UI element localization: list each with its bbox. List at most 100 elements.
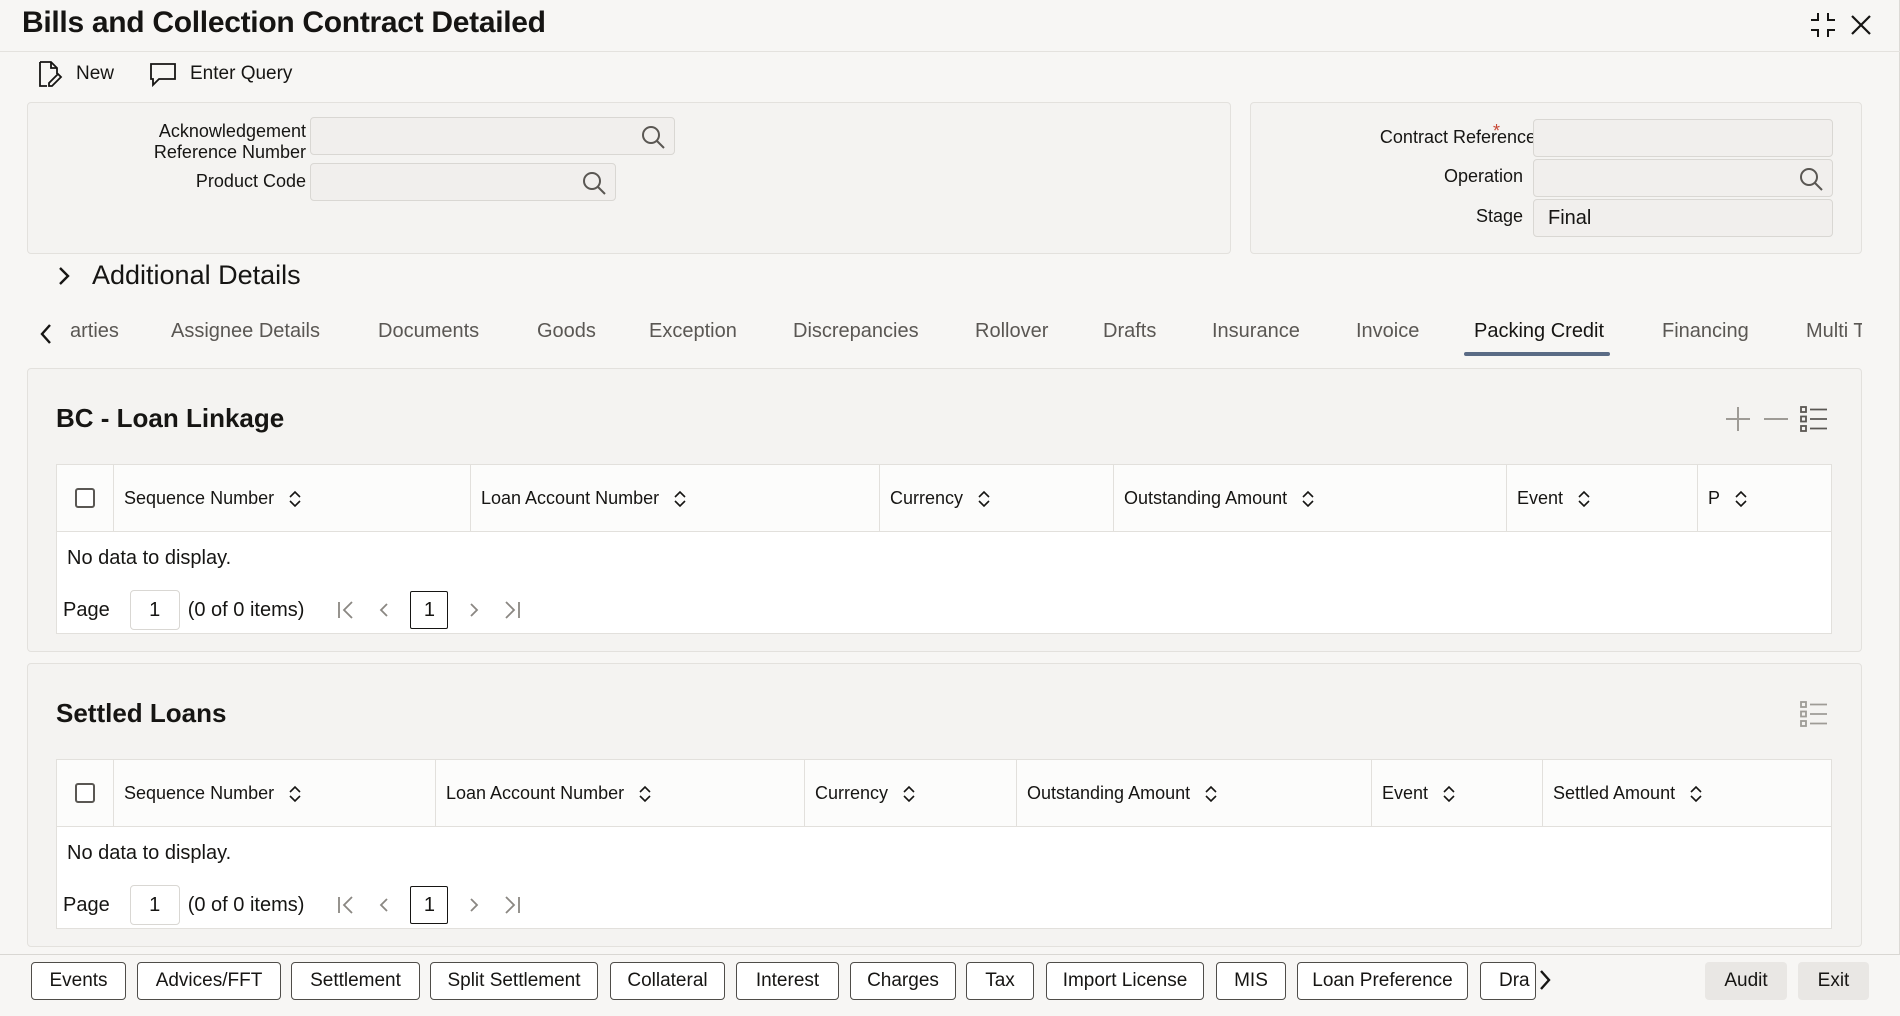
active-tab-indicator <box>1464 352 1610 356</box>
current-page[interactable]: 1 <box>410 886 448 924</box>
col-event[interactable]: Event <box>1507 465 1698 532</box>
settlement-button[interactable]: Settlement <box>291 962 420 1000</box>
tab-exception[interactable]: Exception <box>649 320 737 343</box>
contract-info-panel: Contract Reference * Operation Stage Fin… <box>1250 102 1862 254</box>
product-code-input[interactable] <box>310 163 616 201</box>
settled-loans-section: Settled Loans Sequence Number Loan Accou… <box>27 663 1862 947</box>
interest-button[interactable]: Interest <box>736 962 839 1000</box>
sort-icon <box>977 490 991 508</box>
settled-loans-header: Sequence Number Loan Account Number Curr… <box>57 760 1831 827</box>
col-label: Event <box>1517 488 1563 509</box>
collateral-button[interactable]: Collateral <box>610 962 725 1000</box>
enter-query-button[interactable]: Enter Query <box>148 56 292 92</box>
ack-ref-label-line1: Acknowledgement <box>88 121 306 142</box>
col-outstanding-amount[interactable]: Outstanding Amount <box>1114 465 1507 532</box>
prev-page-icon[interactable] <box>372 598 396 622</box>
tax-button[interactable]: Tax <box>966 962 1034 1000</box>
loan-linkage-table: Sequence Number Loan Account Number Curr… <box>56 464 1832 634</box>
loan-preference-button[interactable]: Loan Preference <box>1297 962 1468 1000</box>
remove-row-icon[interactable] <box>1760 403 1792 435</box>
tab-documents[interactable]: Documents <box>378 320 479 343</box>
tab-packing-credit[interactable]: Packing Credit <box>1474 320 1604 343</box>
tab-goods[interactable]: Goods <box>537 320 596 343</box>
last-page-icon[interactable] <box>500 893 524 917</box>
col-label: P <box>1708 488 1720 509</box>
settled-loans-table: Sequence Number Loan Account Number Curr… <box>56 759 1832 929</box>
additional-details-toggle[interactable]: Additional Details <box>54 260 301 291</box>
search-icon[interactable] <box>1798 166 1824 192</box>
select-all-checkbox[interactable] <box>75 488 95 508</box>
chevron-right-icon[interactable] <box>1530 965 1560 995</box>
col-p[interactable]: P <box>1698 465 1833 532</box>
mis-button[interactable]: MIS <box>1216 962 1286 1000</box>
title-bar: Bills and Collection Contract Detailed <box>0 0 1900 52</box>
page-number-input[interactable]: 1 <box>130 885 180 925</box>
bc-contract-window: Bills and Collection Contract Detailed N… <box>0 0 1900 1016</box>
split-settlement-button[interactable]: Split Settlement <box>430 962 598 1000</box>
close-icon[interactable] <box>1844 8 1878 42</box>
col-sequence-number[interactable]: Sequence Number <box>114 760 436 827</box>
next-page-icon[interactable] <box>462 598 486 622</box>
last-page-icon[interactable] <box>500 598 524 622</box>
new-button[interactable]: New <box>34 56 114 92</box>
search-icon[interactable] <box>640 124 666 150</box>
loan-linkage-title: BC - Loan Linkage <box>56 403 284 434</box>
page-label: Page <box>63 894 110 917</box>
ack-ref-input[interactable] <box>310 117 675 155</box>
col-loan-account-number[interactable]: Loan Account Number <box>436 760 805 827</box>
add-row-icon[interactable] <box>1722 403 1754 435</box>
current-page[interactable]: 1 <box>410 591 448 629</box>
page-number-input[interactable]: 1 <box>130 590 180 630</box>
pagination: Page 1 (0 of 0 items) 1 <box>63 590 538 630</box>
col-loan-account-number[interactable]: Loan Account Number <box>471 465 880 532</box>
new-button-label: New <box>76 63 114 85</box>
contract-reference-input[interactable] <box>1533 119 1833 157</box>
advices-fft-button[interactable]: Advices/FFT <box>137 962 281 1000</box>
tab-parties[interactable]: arties <box>70 320 119 343</box>
stage-input[interactable]: Final <box>1533 199 1833 237</box>
col-currency[interactable]: Currency <box>805 760 1017 827</box>
toolbar: New Enter Query <box>0 52 1900 94</box>
operation-input[interactable] <box>1533 159 1833 197</box>
collapse-icon[interactable] <box>1806 8 1840 42</box>
drafts-button[interactable]: Dra <box>1480 962 1536 1000</box>
prev-page-icon[interactable] <box>372 893 396 917</box>
tab-bar: arties Assignee Details Documents Goods … <box>0 310 1900 360</box>
audit-button[interactable]: Audit <box>1705 962 1787 1000</box>
footer-bar: Events Advices/FFT Settlement Split Sett… <box>0 954 1900 1016</box>
tab-invoice[interactable]: Invoice <box>1356 320 1419 343</box>
col-sequence-number[interactable]: Sequence Number <box>114 465 471 532</box>
col-label: Outstanding Amount <box>1124 488 1287 509</box>
col-event[interactable]: Event <box>1372 760 1543 827</box>
first-page-icon[interactable] <box>334 893 358 917</box>
tab-multi[interactable]: Multi T <box>1806 320 1862 343</box>
col-outstanding-amount[interactable]: Outstanding Amount <box>1017 760 1372 827</box>
search-icon[interactable] <box>581 170 607 196</box>
window-title: Bills and Collection Contract Detailed <box>22 6 546 40</box>
tab-insurance[interactable]: Insurance <box>1212 320 1300 343</box>
list-view-icon[interactable] <box>1798 403 1830 435</box>
col-currency[interactable]: Currency <box>880 465 1114 532</box>
tab-assignee-details[interactable]: Assignee Details <box>171 320 320 343</box>
list-view-icon[interactable] <box>1798 698 1830 730</box>
next-page-icon[interactable] <box>462 893 486 917</box>
tab-discrepancies[interactable]: Discrepancies <box>793 320 919 343</box>
charges-button[interactable]: Charges <box>850 962 956 1000</box>
select-all-checkbox[interactable] <box>75 783 95 803</box>
col-label: Loan Account Number <box>446 783 624 804</box>
events-button[interactable]: Events <box>31 962 126 1000</box>
tab-drafts[interactable]: Drafts <box>1103 320 1156 343</box>
import-license-button[interactable]: Import License <box>1046 962 1204 1000</box>
operation-label: Operation <box>1271 166 1523 187</box>
tab-rollover[interactable]: Rollover <box>975 320 1048 343</box>
sort-icon <box>638 785 652 803</box>
tab-financing[interactable]: Financing <box>1662 320 1749 343</box>
sort-icon <box>1442 785 1456 803</box>
first-page-icon[interactable] <box>334 598 358 622</box>
contract-search-panel: Acknowledgement Reference Number Product… <box>27 102 1231 254</box>
col-settled-amount[interactable]: Settled Amount <box>1543 760 1833 827</box>
sort-icon <box>902 785 916 803</box>
required-marker: * <box>1493 121 1500 142</box>
exit-button[interactable]: Exit <box>1798 962 1869 1000</box>
tab-scroll-left-icon[interactable] <box>36 322 56 346</box>
